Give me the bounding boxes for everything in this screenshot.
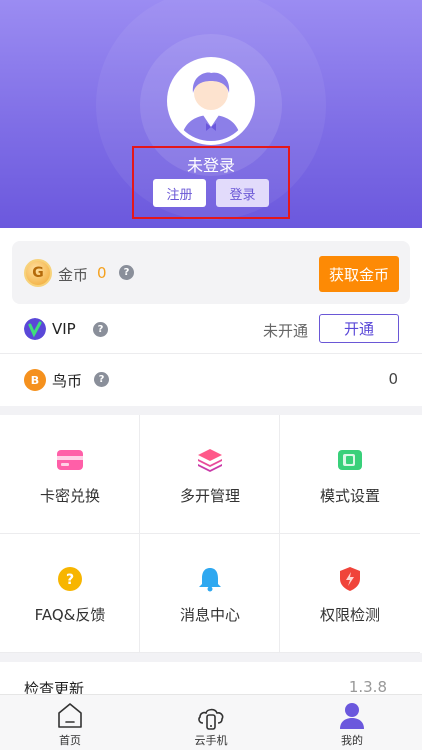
shield-icon (340, 567, 360, 591)
vip-label: VIP (52, 320, 76, 338)
home-icon (58, 703, 82, 728)
register-button[interactable]: 注册 (153, 179, 206, 207)
svg-text:?: ? (66, 572, 74, 588)
tab-label: 我的 (341, 734, 363, 747)
get-coin-button[interactable]: 获取金币 (319, 256, 399, 292)
mode-icon (338, 450, 362, 470)
vip-icon (24, 318, 46, 340)
grid-item-card-redeem[interactable]: 卡密兑换 (0, 415, 140, 534)
cloud-phone-icon (198, 708, 224, 730)
divider (0, 353, 422, 354)
grid-item-multi-manage[interactable]: 多开管理 (140, 415, 280, 534)
login-status-title: 未登录 (186, 156, 235, 175)
tab-cloud-phone[interactable]: 云手机 (141, 695, 281, 750)
grid-item-label: 卡密兑换 (39, 487, 100, 505)
card-icon (57, 450, 83, 470)
grid-item-permission-check[interactable]: 权限检测 (280, 534, 420, 653)
avatar[interactable] (167, 57, 255, 145)
tab-mine[interactable]: 我的 (282, 695, 422, 750)
grid-item-faq-feedback[interactable]: ? FAQ&反馈 (0, 534, 140, 653)
bird-coin-icon: B (24, 369, 46, 391)
tab-label: 云手机 (194, 734, 228, 747)
bird-coin-value: 0 (388, 370, 398, 388)
coin-value: 0 (97, 264, 107, 282)
grid-item-label: 权限检测 (319, 606, 380, 624)
grid-item-label: 消息中心 (179, 606, 240, 624)
user-icon (340, 703, 364, 729)
question-icon: ? (58, 567, 82, 591)
grid-item-mode-settings[interactable]: 模式设置 (280, 415, 420, 534)
grid-item-label: 多开管理 (179, 487, 240, 505)
layers-icon (198, 449, 222, 472)
grid-item-label: FAQ&反馈 (34, 606, 106, 624)
grid-item-message-center[interactable]: 消息中心 (140, 534, 280, 653)
vip-open-button[interactable]: 开通 (319, 314, 399, 343)
login-button[interactable]: 登录 (216, 179, 269, 207)
bell-icon (199, 568, 221, 592)
wallet-panel: G 金币 0 ? 获取金币 VIP ? 未开通 开通 B 鸟币 ? 0 (0, 228, 422, 406)
vip-help-icon[interactable]: ? (93, 322, 108, 337)
grid-item-label: 模式设置 (319, 487, 380, 505)
tab-home[interactable]: 首页 (0, 695, 140, 750)
coin-label: 金币 (58, 266, 89, 284)
tab-label: 首页 (59, 734, 81, 747)
avatar-person-icon (171, 61, 251, 141)
bottom-tab-bar: 首页 云手机 我的 (0, 694, 422, 750)
gold-coin-icon: G (24, 259, 52, 287)
vip-status: 未开通 (262, 322, 308, 340)
coin-help-icon[interactable]: ? (119, 265, 134, 280)
bird-coin-help-icon[interactable]: ? (94, 372, 109, 387)
function-grid: 卡密兑换 多开管理 模式设置 ? FAQ&反馈 消息中心 权限检测 (0, 415, 422, 653)
bird-coin-label: 鸟币 (52, 372, 83, 390)
coin-card: G 金币 0 ? 获取金币 (12, 241, 410, 304)
